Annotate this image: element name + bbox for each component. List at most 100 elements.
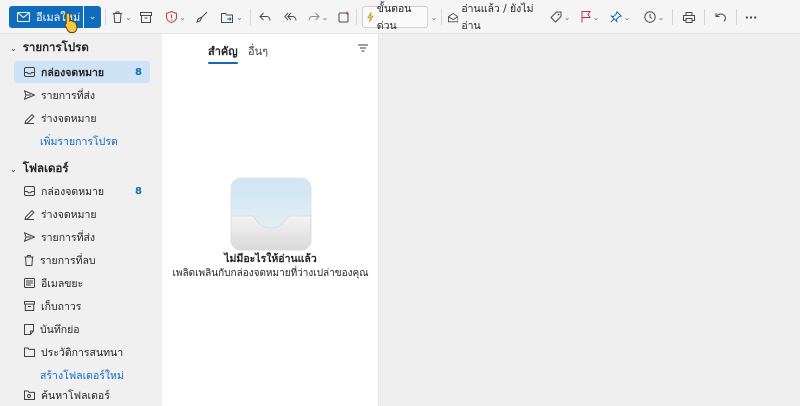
- reply-icon: [259, 12, 271, 21]
- read-unread-button[interactable]: อ่านแล้ว / ยังไม่อ่าน: [444, 3, 544, 32]
- junk-icon: [24, 278, 35, 288]
- report-button[interactable]: ⌄: [164, 6, 188, 28]
- envelope-open-icon: [448, 12, 459, 22]
- chevron-down-icon: ⌄: [88, 12, 97, 22]
- empty-state-subtitle: เพลิดเพลินกับกล่องจดหมายที่ว่างเปล่าของค…: [172, 268, 369, 279]
- folder-icon: [24, 347, 35, 357]
- quick-steps-button[interactable]: ขั้นตอนด่วน: [362, 3, 428, 32]
- create-folder-link[interactable]: สร้างโฟลเดอร์ใหม่: [14, 364, 150, 386]
- archive-icon: [140, 11, 152, 23]
- nav-item-label: ร่างจดหมาย: [41, 112, 97, 125]
- filter-button[interactable]: [358, 42, 368, 55]
- chevron-down-icon: ⌄: [592, 12, 600, 22]
- tag-icon: [549, 11, 562, 23]
- message-list-pane: สำคัญ อื่นๆ ไม่มีอะไรให้อ่านแล้ว เพลิดเพ…: [162, 34, 379, 406]
- command-toolbar: อีเมลใหม่ ⌄ ⌄ ⌄ ⌄ ⌄ ขั้นตอนด่วน ⌄ อ่านแล…: [0, 0, 800, 34]
- read-unread-label: อ่านแล้ว / ยังไม่อ่าน: [461, 3, 534, 32]
- quick-steps-dropdown-button[interactable]: ⌄: [428, 6, 438, 28]
- chevron-down-icon: ⌄: [623, 12, 631, 22]
- archive-button[interactable]: [138, 6, 154, 28]
- toolbar-divider: [441, 9, 442, 25]
- favorites-header[interactable]: ⌄ รายการโปรด: [0, 36, 89, 60]
- undo-icon: [715, 13, 726, 22]
- chevron-down-icon: ⌄: [179, 12, 186, 22]
- folders-header[interactable]: ⌄ โฟลเดอร์: [0, 157, 69, 181]
- print-icon: [683, 11, 695, 23]
- nav-item-label: เก็บถาวร: [41, 300, 82, 313]
- sweep-button[interactable]: [194, 6, 210, 28]
- nav-item-label: บันทึกย่อ: [40, 323, 80, 336]
- undo-button[interactable]: [712, 6, 730, 28]
- favorites-sent[interactable]: รายการที่ส่ง: [14, 84, 150, 106]
- folder-junk[interactable]: อีเมลขยะ: [14, 272, 150, 294]
- empty-state-title: ไม่มีอะไรให้อ่านแล้ว: [224, 253, 317, 265]
- search-folder-icon: [24, 390, 35, 400]
- mail-icon: [17, 12, 30, 22]
- toolbar-divider: [704, 9, 705, 25]
- empty-inbox-illustration: [230, 177, 312, 251]
- reply-button[interactable]: [256, 6, 274, 28]
- lightning-icon: [367, 12, 374, 22]
- toolbar-divider: [672, 9, 673, 25]
- delete-icon: [113, 11, 123, 23]
- favorites-inbox[interactable]: กล่องจดหมาย 8: [14, 61, 150, 83]
- folder-deleted[interactable]: รายการที่ลบ: [14, 249, 150, 271]
- folder-notes[interactable]: บันทึกย่อ: [14, 318, 150, 340]
- chevron-down-icon: ⌄: [657, 12, 665, 22]
- clock-icon: [643, 11, 656, 23]
- tab-other[interactable]: อื่นๆ: [248, 42, 268, 60]
- send-icon: [24, 232, 35, 242]
- folder-pane: ⌄ รายการโปรด กล่องจดหมาย 8 รายการที่ส่ง …: [0, 34, 160, 406]
- archive-icon: [24, 301, 35, 311]
- nav-item-label: ร่างจดหมาย: [41, 208, 97, 221]
- folder-sent[interactable]: รายการที่ส่ง: [14, 226, 150, 248]
- nav-item-label: ประวัติการสนทนา: [41, 346, 124, 359]
- more-options-button[interactable]: ···: [742, 6, 760, 28]
- print-button[interactable]: [680, 6, 698, 28]
- folder-archive[interactable]: เก็บถาวร: [14, 295, 150, 317]
- notes-icon: [24, 323, 34, 335]
- tab-focused[interactable]: สำคัญ: [208, 42, 238, 64]
- chevron-down-icon: ⌄: [125, 12, 132, 22]
- categorize-button[interactable]: ⌄: [548, 6, 572, 28]
- chevron-down-icon: ⌄: [10, 43, 17, 53]
- reply-all-icon: [283, 12, 296, 21]
- pin-button[interactable]: ⌄: [608, 6, 632, 28]
- toolbar-divider: [736, 9, 737, 25]
- chevron-down-icon: ⌄: [430, 12, 438, 22]
- folder-inbox[interactable]: กล่องจดหมาย 8: [14, 180, 150, 202]
- nav-item-label: รายการที่ส่ง: [41, 89, 96, 102]
- nav-item-label: รายการที่ส่ง: [41, 231, 96, 244]
- add-to-button[interactable]: [336, 6, 352, 28]
- favorites-title: รายการโปรด: [22, 40, 89, 54]
- folder-conversation-history[interactable]: ประวัติการสนทนา: [14, 341, 150, 363]
- folder-search-folders[interactable]: ค้นหาโฟลเดอร์: [14, 384, 150, 406]
- toolbar-divider: [250, 9, 251, 25]
- reply-all-button[interactable]: [281, 6, 299, 28]
- toolbar-divider: [105, 9, 106, 25]
- delete-button[interactable]: ⌄: [110, 6, 134, 28]
- inbox-icon: [24, 67, 35, 77]
- forward-icon: [308, 12, 320, 21]
- snooze-button[interactable]: ⌄: [642, 6, 666, 28]
- flag-icon: [581, 11, 591, 23]
- new-mail-dropdown-button[interactable]: ⌄: [84, 6, 101, 28]
- draft-icon: [24, 113, 35, 124]
- reading-pane: [379, 34, 800, 406]
- sweep-icon: [196, 11, 208, 23]
- chevron-down-icon: ⌄: [236, 12, 243, 22]
- folder-drafts[interactable]: ร่างจดหมาย: [14, 203, 150, 225]
- forward-button[interactable]: ⌄: [306, 6, 330, 28]
- add-favorite-link[interactable]: เพิ่มรายการโปรด: [14, 130, 150, 152]
- add-to-icon: [338, 11, 349, 23]
- mouse-pointer-icon: [64, 12, 78, 33]
- chevron-down-icon: ⌄: [563, 12, 571, 22]
- flag-button[interactable]: ⌄: [578, 6, 602, 28]
- favorites-drafts[interactable]: ร่างจดหมาย: [14, 107, 150, 129]
- nav-item-label: รายการที่ลบ: [40, 254, 96, 267]
- folders-title: โฟลเดอร์: [22, 161, 69, 175]
- move-to-icon: [221, 12, 234, 23]
- send-icon: [24, 90, 35, 100]
- toolbar-divider: [356, 9, 357, 25]
- move-to-button[interactable]: ⌄: [220, 6, 244, 28]
